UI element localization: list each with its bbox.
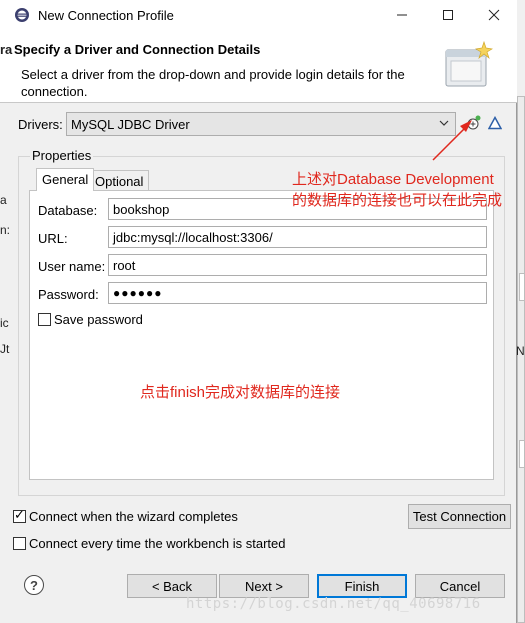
- annotation-finish-note: 点击finish完成对数据库的连接: [140, 384, 341, 401]
- annotation-note-line2: 的数据库的连接也可以在此完成: [292, 192, 503, 209]
- annotation-note-line1: 上述对Database Development: [292, 171, 494, 188]
- annotation-arrow: [432, 120, 472, 161]
- tab-general[interactable]: General: [36, 168, 95, 191]
- watermark: https://blog.csdn.net/qq_40698716: [186, 596, 481, 612]
